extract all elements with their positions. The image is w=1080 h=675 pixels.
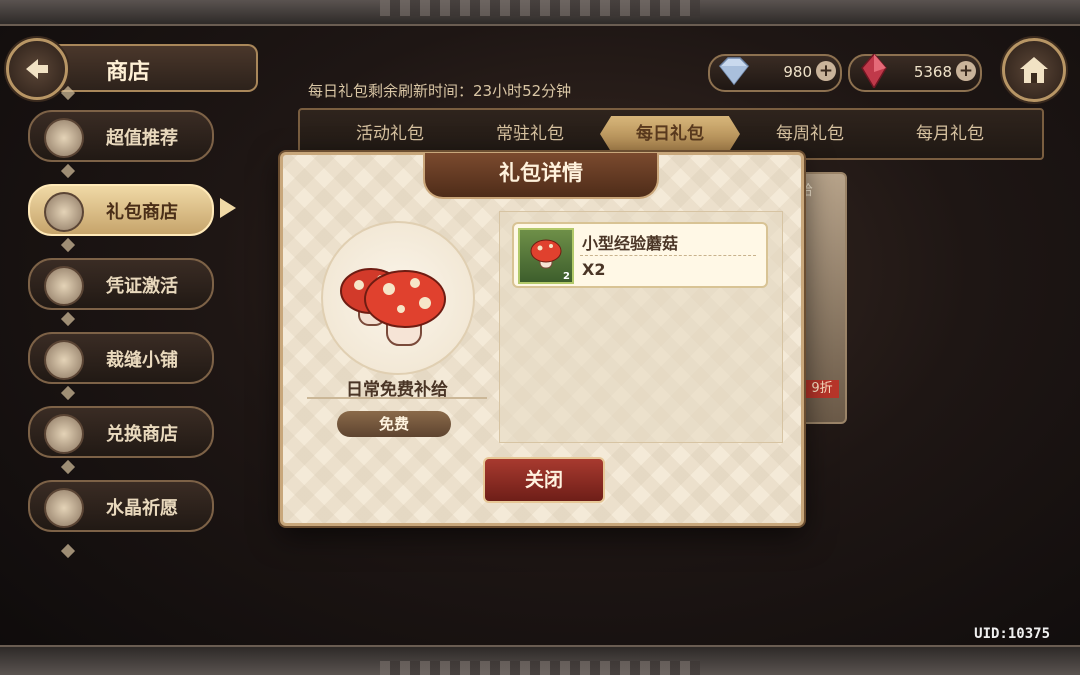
sidebar-item-exchange[interactable]: 兑换商店 [28, 406, 214, 458]
tab-event-pack[interactable]: 活动礼包 [320, 116, 460, 152]
recommend-icon [44, 118, 84, 158]
pack-detail-dialog: 礼包详情 日常免费补给 免费 2 小型经验蘑菇 X2 关闭 [280, 152, 804, 526]
crystal-wish-icon [44, 488, 84, 528]
home-icon [1020, 57, 1048, 83]
back-button[interactable] [6, 38, 68, 100]
top-ornament [380, 0, 700, 16]
tab-daily-pack[interactable]: 每日礼包 [600, 116, 740, 152]
sidebar-ornament [60, 163, 76, 179]
sidebar-item-label: 礼包商店 [106, 202, 178, 223]
tab-monthly-pack[interactable]: 每月礼包 [880, 116, 1020, 152]
page-title: 商店 [106, 60, 151, 85]
sidebar-item-label: 裁缝小铺 [106, 350, 178, 371]
user-id-label: UID:10375 [974, 626, 1050, 642]
pack-contents-panel: 2 小型经验蘑菇 X2 [499, 211, 783, 443]
sidebar-item-label: 超值推荐 [106, 128, 178, 149]
crystal-currency: 5368 + [848, 54, 982, 92]
tab-permanent-pack[interactable]: 常驻礼包 [460, 116, 600, 152]
item-name: 小型经验蘑菇 [582, 234, 679, 253]
sidebar-item-gift-shop[interactable]: 礼包商店 [28, 184, 214, 236]
discount-badge: 9折 [805, 380, 839, 398]
bottom-frame [0, 645, 1080, 675]
diamond-value: 980 [783, 63, 812, 81]
tailor-icon [44, 340, 84, 380]
list-item[interactable]: 2 小型经验蘑菇 X2 [512, 222, 768, 288]
price-button[interactable]: 免费 [337, 411, 451, 437]
back-arrow-icon [26, 59, 48, 79]
active-indicator-arrow-icon [220, 198, 236, 218]
dialog-title: 礼包详情 [423, 153, 659, 199]
page-title-plate: 商店 [56, 44, 258, 92]
add-crystal-button[interactable]: + [956, 61, 976, 81]
voucher-icon [44, 266, 84, 306]
bottom-ornament [380, 661, 700, 675]
mushroom-pack-icon [340, 268, 446, 346]
sidebar-item-label: 凭证激活 [106, 276, 178, 297]
gift-shop-icon [44, 192, 84, 232]
refresh-timer-text: 每日礼包剩余刷新时间：23小时52分钟 [308, 82, 572, 100]
exchange-icon [44, 414, 84, 454]
sidebar-item-label: 水晶祈愿 [106, 498, 178, 519]
crystal-value: 5368 [913, 63, 952, 81]
home-button[interactable] [1002, 38, 1066, 102]
mushroom-icon [530, 239, 562, 269]
divider [307, 397, 487, 399]
divider [580, 255, 756, 257]
sidebar-ornament [60, 311, 76, 327]
sidebar-ornament [60, 237, 76, 253]
add-diamond-button[interactable]: + [816, 61, 836, 81]
tab-weekly-pack[interactable]: 每周礼包 [740, 116, 880, 152]
item-quantity: X2 [582, 260, 606, 279]
pack-image-frame [321, 221, 475, 375]
sidebar-item-crystal-wish[interactable]: 水晶祈愿 [28, 480, 214, 532]
sidebar-item-recommend[interactable]: 超值推荐 [28, 110, 214, 162]
sidebar-item-voucher[interactable]: 凭证激活 [28, 258, 214, 310]
diamond-icon [719, 57, 749, 86]
sidebar-ornament [60, 385, 76, 401]
diamond-currency: 980 + [708, 54, 842, 92]
sidebar-ornament [60, 459, 76, 475]
sidebar-item-tailor[interactable]: 裁缝小铺 [28, 332, 214, 384]
red-crystal-icon [861, 54, 887, 88]
sidebar-item-label: 兑换商店 [106, 424, 178, 445]
item-count-badge: 2 [563, 271, 570, 282]
top-frame [0, 0, 1080, 26]
close-button[interactable]: 关闭 [483, 457, 605, 503]
sidebar-ornament [60, 543, 76, 559]
item-thumbnail: 2 [518, 228, 574, 284]
